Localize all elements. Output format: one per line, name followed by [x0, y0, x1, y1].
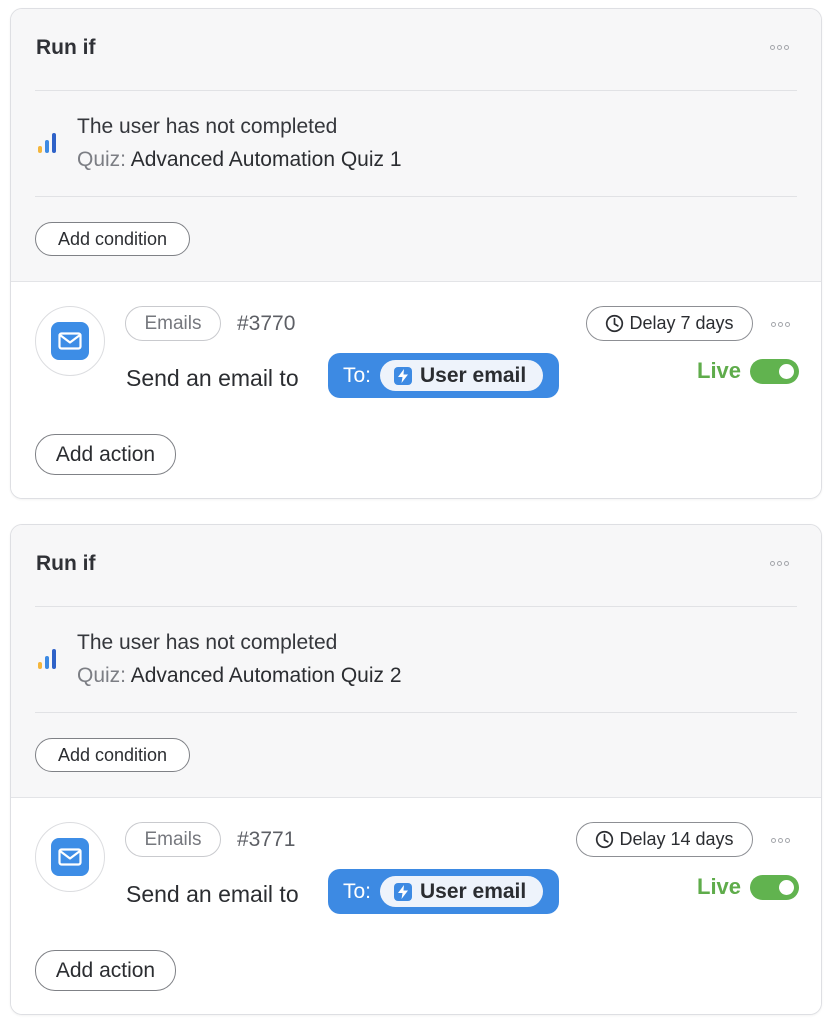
condition-rule-text: The user has not completed	[77, 631, 338, 654]
condition-rule-text: The user has not completed	[77, 115, 338, 138]
action-more-options-icon[interactable]	[771, 322, 790, 327]
recipient-field[interactable]: To: User email	[328, 869, 559, 914]
delay-button[interactable]: Delay 7 days	[586, 306, 753, 341]
condition-more-options-icon[interactable]	[770, 561, 789, 566]
status-label: Live	[697, 358, 742, 383]
envelope-icon	[51, 322, 89, 360]
condition-rule-value: Advanced Automation Quiz 2	[130, 664, 402, 687]
condition-panel: Run if The user has not completed Quiz: …	[11, 525, 821, 798]
delay-button[interactable]: Delay 14 days	[576, 822, 753, 857]
condition-rule-key: Quiz:	[77, 664, 127, 687]
condition-title: Run if	[36, 36, 96, 59]
automation-card: Run if The user has not completed Quiz: …	[10, 8, 822, 499]
add-condition-button[interactable]: Add condition	[35, 222, 190, 256]
live-toggle[interactable]	[750, 359, 799, 384]
action-number: #3771	[237, 828, 296, 851]
bar-chart-icon	[38, 133, 56, 153]
condition-rule-key: Quiz:	[77, 148, 127, 171]
bar-chart-icon	[38, 649, 56, 669]
divider	[35, 712, 797, 713]
status-label: Live	[697, 874, 742, 899]
delay-label: Delay 14 days	[619, 829, 734, 849]
add-condition-button[interactable]: Add condition	[35, 738, 190, 772]
recipient-to-label: To:	[343, 880, 372, 903]
automation-card: Run if The user has not completed Quiz: …	[10, 524, 822, 1015]
clock-icon	[596, 830, 614, 849]
action-more-options-icon[interactable]	[771, 838, 790, 843]
action-panel: Emails #3771 Send an email to To: User e…	[11, 798, 821, 1014]
action-description: Send an email to	[126, 881, 299, 907]
divider	[35, 606, 797, 607]
toggle-knob	[779, 880, 794, 895]
condition-panel: Run if The user has not completed Quiz: …	[11, 9, 821, 282]
email-action-avatar	[35, 822, 105, 892]
action-panel: Emails #3770 Send an email to To: User e…	[11, 282, 821, 498]
recipient-field[interactable]: To: User email	[328, 353, 559, 398]
add-action-button[interactable]: Add action	[35, 434, 176, 475]
action-number: #3770	[237, 312, 296, 335]
add-action-button[interactable]: Add action	[35, 950, 176, 991]
bolt-icon	[394, 367, 412, 385]
toggle-knob	[779, 364, 794, 379]
recipient-chip-label: User email	[420, 880, 527, 903]
recipient-chip[interactable]: User email	[380, 360, 543, 391]
recipient-to-label: To:	[343, 364, 372, 387]
live-toggle[interactable]	[750, 875, 799, 900]
recipient-chip-label: User email	[420, 364, 527, 387]
envelope-icon	[51, 838, 89, 876]
divider	[35, 196, 797, 197]
condition-title: Run if	[36, 552, 96, 575]
divider	[35, 90, 797, 91]
bolt-icon	[394, 883, 412, 901]
email-action-avatar	[35, 306, 105, 376]
condition-rule-detail: Quiz: Advanced Automation Quiz 1	[77, 148, 402, 172]
action-type-tag: Emails	[125, 306, 221, 341]
action-description: Send an email to	[126, 365, 299, 391]
delay-label: Delay 7 days	[629, 313, 734, 333]
condition-header: Run if	[11, 9, 821, 89]
condition-more-options-icon[interactable]	[770, 45, 789, 50]
condition-header: Run if	[11, 525, 821, 605]
recipient-chip[interactable]: User email	[380, 876, 543, 907]
condition-rule-value: Advanced Automation Quiz 1	[130, 148, 402, 171]
condition-rule-detail: Quiz: Advanced Automation Quiz 2	[77, 664, 402, 688]
clock-icon	[606, 314, 624, 333]
action-type-tag: Emails	[125, 822, 221, 857]
